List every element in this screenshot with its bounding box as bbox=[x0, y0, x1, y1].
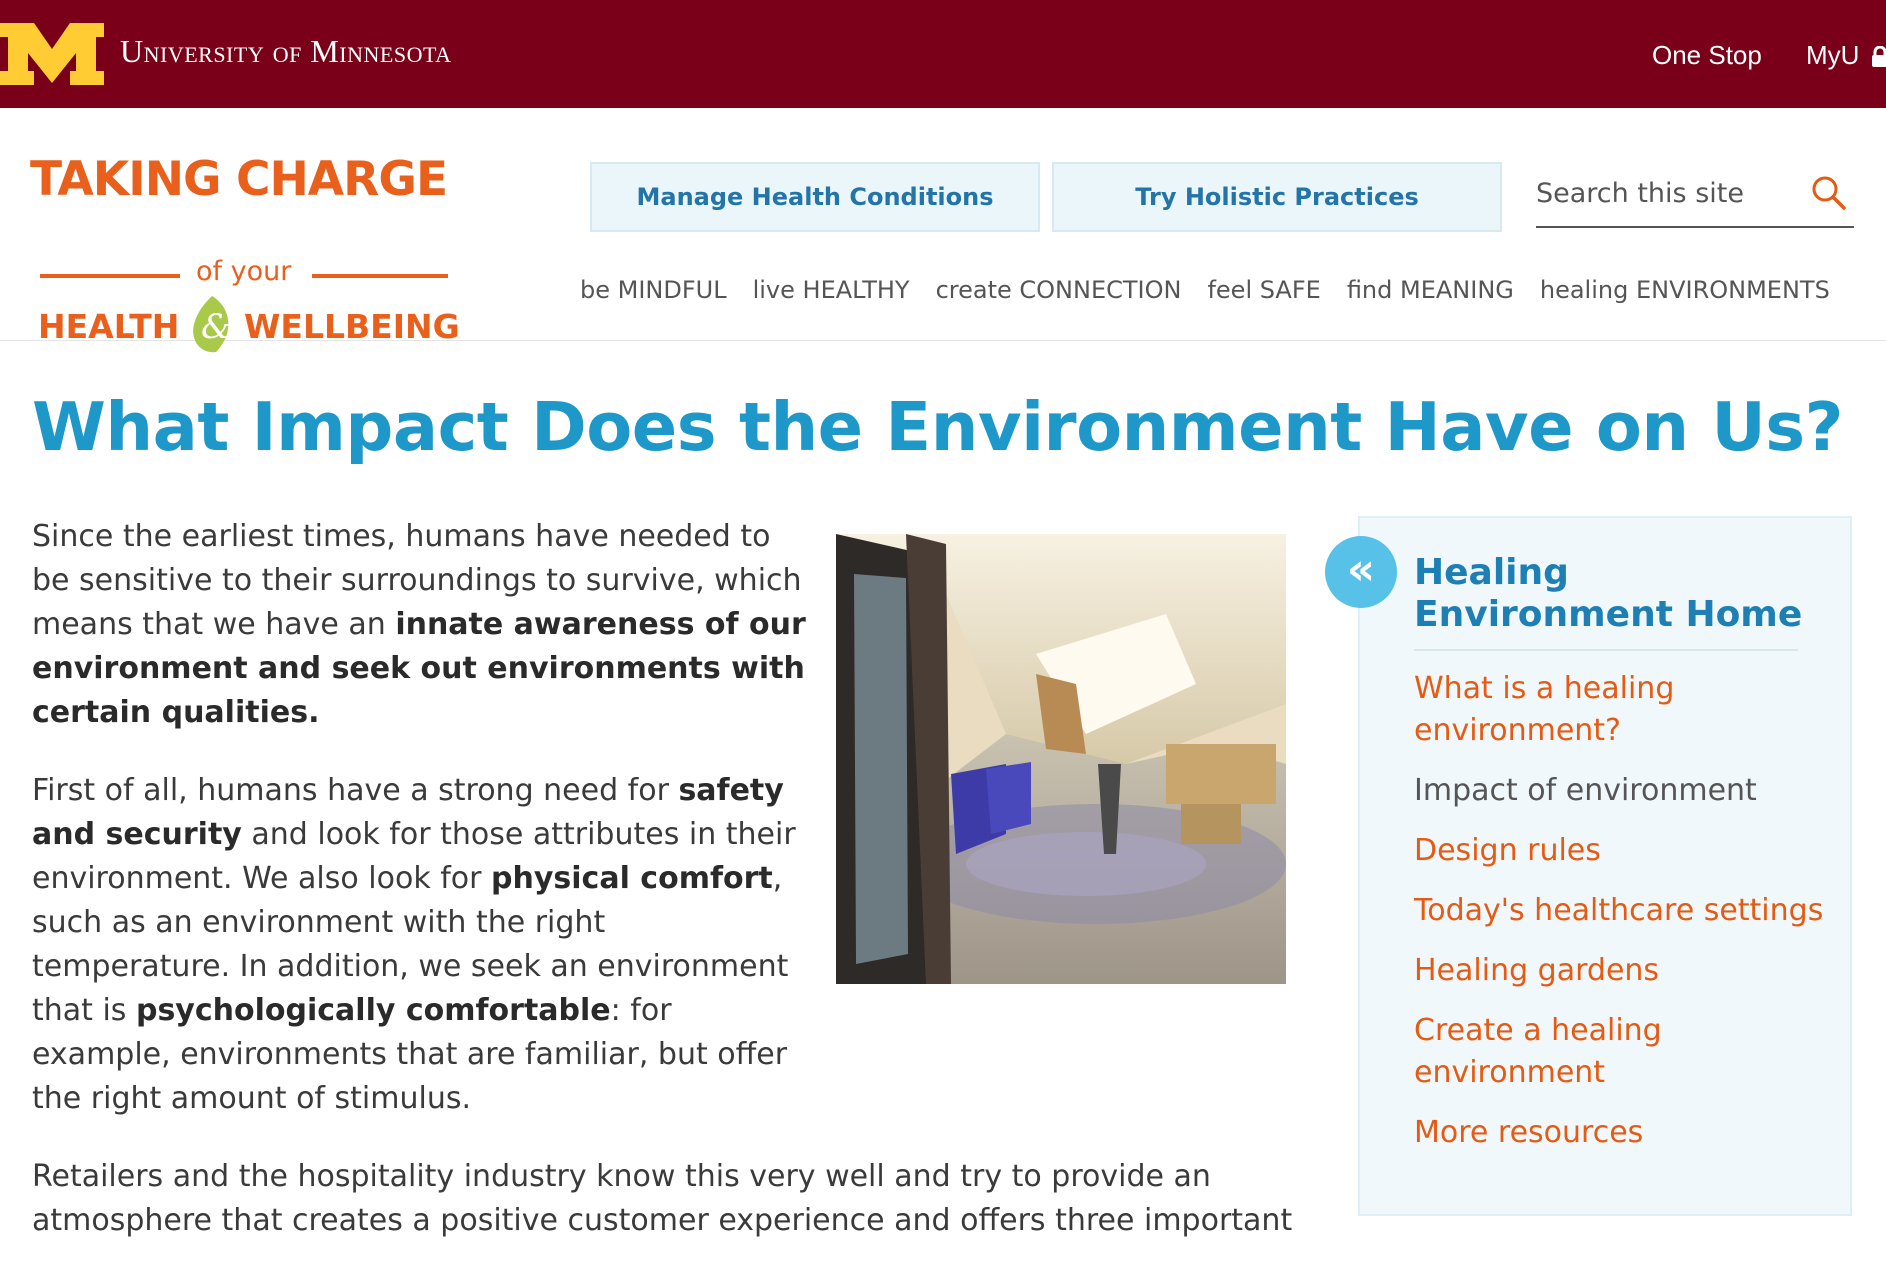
logo-health: HEALTH bbox=[38, 307, 180, 346]
page-title: What Impact Does the Environment Have on… bbox=[32, 388, 1844, 466]
sidebar-item-healing-gardens[interactable]: Healing gardens bbox=[1414, 950, 1834, 992]
sidebar-home-link[interactable]: Healing Environment Home bbox=[1414, 552, 1814, 636]
nav-find-meaning[interactable]: find MEANING bbox=[1347, 276, 1514, 304]
lock-icon bbox=[1871, 46, 1886, 68]
manage-health-conditions-button[interactable]: Manage Health Conditions bbox=[590, 162, 1040, 232]
logo-rule-left bbox=[40, 274, 180, 278]
main-nav: be MINDFUL live HEALTHY create CONNECTIO… bbox=[580, 276, 1830, 304]
back-chevron-icon[interactable]: « bbox=[1325, 536, 1397, 608]
nav-be-mindful[interactable]: be MINDFUL bbox=[580, 276, 727, 304]
logo-subtitle: of your bbox=[196, 256, 292, 287]
search-icon[interactable] bbox=[1810, 174, 1848, 212]
article-body: Since the earliest times, humans have ne… bbox=[32, 515, 1322, 1277]
p2-bold-psych: psychologically comfortable bbox=[135, 993, 611, 1028]
paragraph-1: Since the earliest times, humans have ne… bbox=[32, 515, 812, 735]
paragraph-2: First of all, humans have a strong need … bbox=[32, 769, 1322, 1121]
paragraph-3: Retailers and the hospitality industry k… bbox=[32, 1159, 1293, 1238]
site-logo[interactable]: TAKING CHARGE of your HEALTH & WELLBEING bbox=[30, 152, 470, 353]
sidebar-divider bbox=[1414, 649, 1798, 651]
umn-header-bar: University of Minnesota One Stop MyU bbox=[0, 0, 1886, 108]
umn-wordmark[interactable]: University of Minnesota bbox=[120, 33, 452, 70]
p2-text-1: First of all, humans have a strong need … bbox=[32, 773, 679, 808]
p2-bold-comfort: physical comfort bbox=[491, 861, 773, 896]
logo-rule-right bbox=[312, 274, 448, 278]
leaf-ampersand-icon: & bbox=[193, 296, 231, 353]
site-header: TAKING CHARGE of your HEALTH & WELLBEING… bbox=[0, 108, 1886, 353]
site-search bbox=[1536, 164, 1854, 228]
sidebar-item-more-resources[interactable]: More resources bbox=[1414, 1112, 1834, 1154]
nav-healing-environments[interactable]: healing ENVIRONMENTS bbox=[1540, 276, 1830, 304]
umn-block-m-logo[interactable] bbox=[0, 23, 104, 85]
try-holistic-practices-button[interactable]: Try Holistic Practices bbox=[1052, 162, 1502, 232]
search-input[interactable] bbox=[1536, 168, 1796, 218]
nav-feel-safe[interactable]: feel SAFE bbox=[1207, 276, 1320, 304]
one-stop-link[interactable]: One Stop bbox=[1652, 40, 1762, 71]
myu-link[interactable]: MyU bbox=[1806, 40, 1886, 71]
logo-wellbeing: WELLBEING bbox=[244, 307, 460, 346]
nav-live-healthy[interactable]: live HEALTHY bbox=[753, 276, 910, 304]
sidebar-list: What is a healing environment? Impact of… bbox=[1414, 668, 1834, 1172]
sidebar-item-impact-current: Impact of environment bbox=[1414, 773, 1757, 808]
sidebar-item-design-rules[interactable]: Design rules bbox=[1414, 830, 1834, 872]
svg-text:&: & bbox=[201, 307, 231, 347]
sidebar-item-todays-healthcare[interactable]: Today's healthcare settings bbox=[1414, 890, 1834, 932]
logo-title: TAKING CHARGE bbox=[30, 152, 448, 207]
nav-create-connection[interactable]: create CONNECTION bbox=[936, 276, 1182, 304]
sidebar-item-create[interactable]: Create a healing environment bbox=[1414, 1010, 1834, 1094]
sidebar-item-what-is[interactable]: What is a healing environment? bbox=[1414, 668, 1834, 752]
myu-label: MyU bbox=[1806, 40, 1860, 70]
